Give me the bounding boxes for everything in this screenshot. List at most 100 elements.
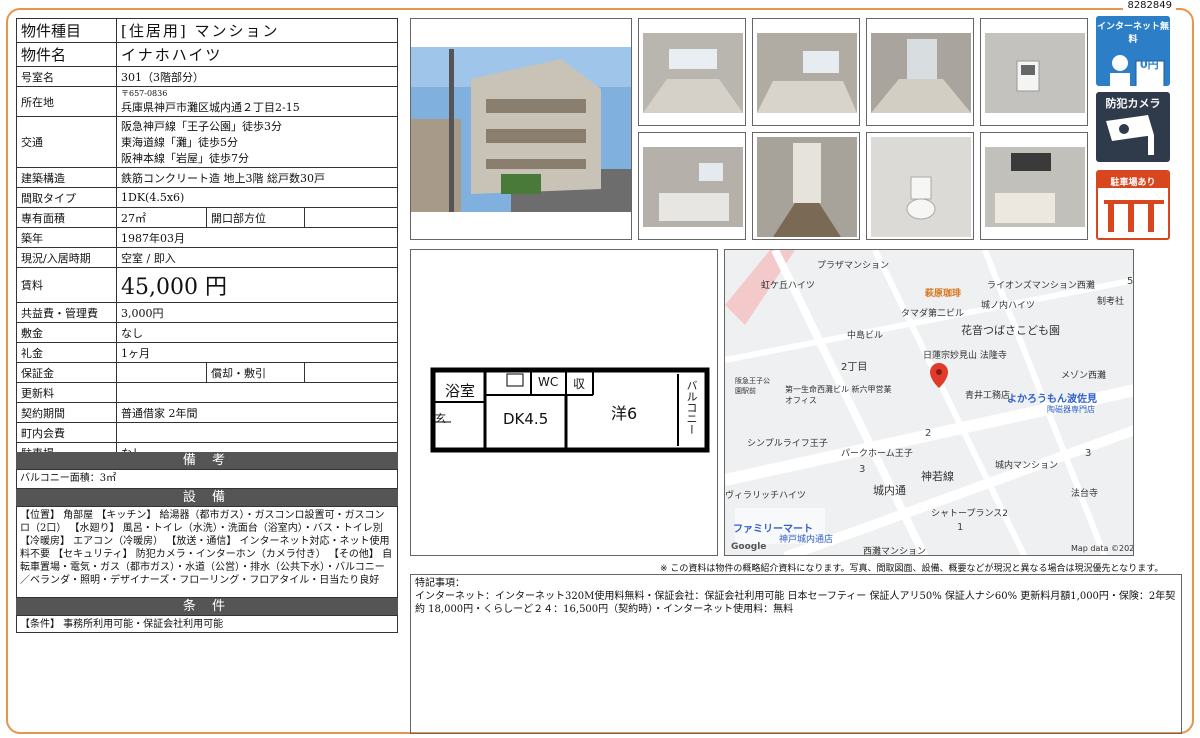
value-layout: 1DK(4.5x6) — [116, 187, 398, 208]
kitchen-photo-image — [639, 133, 745, 239]
remarks-heading: 備 考 — [16, 452, 398, 469]
map-label: 陶磁器専門店 — [1047, 405, 1095, 414]
toilet-photo[interactable] — [866, 132, 974, 240]
security-camera-badge: 防犯カメラ — [1096, 92, 1170, 162]
map-label: 城ノ内ハイツ — [981, 301, 1035, 311]
value-access: 阪急神戸線「王子公園」徒歩3分 東海道線「灘」徒歩5分 阪神本線「岩屋」徒歩7分 — [116, 116, 398, 168]
map-label: 日蓮宗妙見山 法隆寺 — [923, 351, 1007, 361]
map-label: 中島ビル — [847, 331, 884, 341]
hallway-photo-image — [753, 133, 859, 239]
label-fee: 共益費・管理費 — [16, 302, 117, 323]
label-type: 物件種目 — [16, 18, 117, 43]
parking-icon — [1104, 200, 1164, 232]
value-fee: 3,000円 — [116, 302, 398, 323]
entrance-label: 玄 — [435, 412, 446, 425]
label-guarantee: 保証金 — [16, 362, 117, 383]
map-label: メゾン西灘 — [1061, 371, 1107, 381]
label-built: 築年 — [16, 227, 117, 248]
map-block-number: 1 — [957, 522, 964, 533]
map-label: 第一生命西灘ビル 新六甲営業オフィス — [785, 385, 892, 405]
location-map[interactable]: プラザマンション 虹ケ丘ハイツ ライオンズマンション西灘 萩原珈琲 タマダ第二ビ… — [724, 249, 1134, 556]
map-label: 花音つばさこども園 — [961, 324, 1060, 337]
map-label: ヴィラリッチハイツ — [725, 491, 806, 501]
intercom-photo[interactable] — [980, 18, 1088, 126]
interior-photo-2[interactable] — [752, 18, 860, 126]
balcony-label: バルコニー — [685, 380, 698, 435]
label-contract: 契約期間 — [16, 402, 117, 423]
map-label: 阪急王子公園駅前 — [735, 377, 770, 395]
bathroom-photo-image — [981, 133, 1087, 239]
value-address: 〒657-0836 兵庫県神戸市灘区城内通２丁目2-15 — [116, 86, 398, 117]
western-room-label: 洋6 — [611, 404, 638, 423]
label-room: 号室名 — [16, 66, 117, 87]
special-notes: 特記事項： インターネット：インターネット320M使用料無料・保証会社：保証会社… — [410, 574, 1182, 734]
equipment-heading: 設 備 — [16, 489, 398, 506]
equipment-body: 【位置】 角部屋 【キッチン】 給湯器（都市ガス）・ガスコンロ設置可・ガスコンロ… — [16, 506, 398, 598]
interior-photo-1-image — [639, 19, 745, 125]
label-structure: 建築構造 — [16, 167, 117, 188]
parking-label: 駐車場あり — [1098, 172, 1168, 188]
map-label: シンプルライフ王子 — [747, 439, 828, 449]
map-data-credit: Map data ©2023 — [1071, 544, 1134, 553]
interior-photo-1[interactable] — [638, 18, 746, 126]
label-rent: 賃料 — [16, 267, 117, 303]
special-notes-text: インターネット：インターネット320M使用料無料・保証会社：保証会社利用可能 日… — [415, 591, 1176, 615]
map-label: ライオンズマンション西灘 — [987, 281, 1095, 291]
value-renewal — [116, 382, 398, 403]
bath-label: 浴室 — [445, 382, 476, 400]
label-name: 物件名 — [16, 42, 117, 67]
disclaimer-note: ※ この資料は物件の概略紹介資料になります。写真、間取図面、設備、概要などが現況… — [660, 564, 1164, 574]
wc-label: WC — [538, 375, 559, 389]
map-label: タマダ第二ビル — [901, 309, 965, 319]
value-built: 1987年03月 — [116, 227, 398, 248]
internet-price: 0円 — [1140, 58, 1159, 71]
building-photo-image — [411, 19, 631, 239]
map-label: 虹ケ丘ハイツ — [761, 281, 815, 291]
google-logo: Google — [731, 542, 767, 552]
property-info-table: 物件種目 [住居用] マンション 物件名 イナホハイツ 号室名 301（3階部分） 所… — [16, 18, 398, 463]
map-label: よかろうもん波佐見 — [1007, 394, 1097, 405]
bathroom-photo[interactable] — [980, 132, 1088, 240]
value-structure: 鉄筋コンクリート造 地上3階 総戸数30戸 — [116, 167, 398, 188]
label-address: 所在地 — [16, 86, 117, 117]
interior-photo-2-image — [753, 19, 859, 125]
address-text: 兵庫県神戸市灘区城内通２丁目2-15 — [121, 101, 300, 114]
remarks-body: バルコニー面積：3㎡ — [16, 469, 398, 489]
label-deposit: 敷金 — [16, 322, 117, 343]
parking-badge: 駐車場あり — [1096, 170, 1170, 240]
label-direction: 開口部方位 — [206, 207, 305, 228]
dk-label: DK4.5 — [503, 410, 549, 428]
building-photo[interactable] — [410, 18, 632, 240]
kitchen-photo[interactable] — [638, 132, 746, 240]
map-block-number: 2 — [925, 428, 932, 439]
security-camera-label: 防犯カメラ — [1105, 97, 1161, 110]
value-amortization — [304, 362, 398, 383]
access-line: 阪急神戸線「王子公園」徒歩3分 — [121, 120, 282, 133]
value-type: [住居用] マンション — [116, 18, 398, 43]
interior-photo-3[interactable] — [866, 18, 974, 126]
access-line: 阪神本線「岩屋」徒歩7分 — [121, 152, 249, 165]
map-block-number: 5 — [1127, 276, 1134, 287]
camera-icon — [1106, 115, 1154, 155]
internet-user-icon — [1110, 55, 1165, 86]
label-layout: 間取タイプ — [16, 187, 117, 208]
map-label: 法台寺 — [1071, 489, 1099, 499]
map-label: 城内マンション — [995, 461, 1059, 471]
value-area: 27㎡ — [116, 207, 207, 228]
map-label: パークホーム王子 — [841, 449, 913, 459]
map-label: 萩原珈琲 — [925, 289, 962, 299]
map-label: シャトープランス2 — [931, 509, 1009, 519]
hallway-photo[interactable] — [752, 132, 860, 240]
access-line: 東海道線「灘」徒歩5分 — [121, 136, 238, 149]
label-access: 交通 — [16, 116, 117, 168]
label-community-fee: 町内会費 — [16, 422, 117, 443]
map-block-number: 3 — [859, 464, 866, 475]
intercom-photo-image — [981, 19, 1087, 125]
floor-plan: 浴室 WC 収 玄 DK4.5 洋6 バルコニー — [410, 249, 718, 556]
map-label: 城内通 — [873, 484, 906, 497]
value-contract: 普通借家 2年間 — [116, 402, 398, 423]
label-area: 専有面積 — [16, 207, 117, 228]
storage-label: 収 — [573, 377, 586, 391]
map-label: 青井工務店 — [965, 391, 1011, 401]
map-label: 2丁目 — [841, 362, 868, 373]
